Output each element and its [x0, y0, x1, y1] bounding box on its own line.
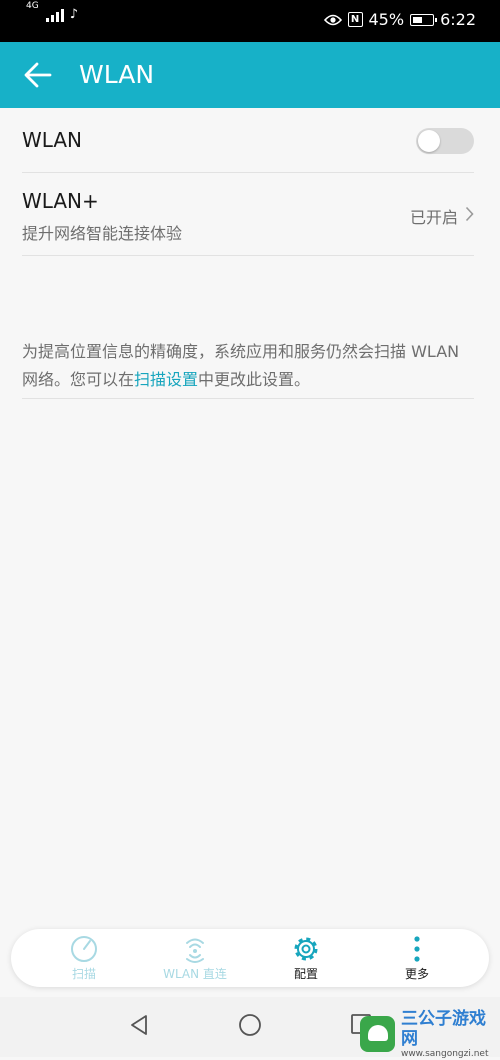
wlan-plus-subtitle: 提升网络智能连接体验 — [22, 224, 183, 243]
wlan-plus-status: 已开启 — [409, 208, 458, 227]
status-right: N 45% 6:22 — [323, 10, 476, 29]
wlan-plus-title: WLAN+ — [22, 189, 99, 213]
tab-wlan-direct[interactable]: WLAN 直连 — [140, 933, 250, 985]
page-title: WLAN — [79, 60, 155, 89]
tab-scan[interactable]: 扫描 — [29, 933, 139, 985]
more-vertical-icon — [414, 936, 420, 962]
tab-wlan-direct-label: WLAN 直连 — [163, 967, 227, 981]
chevron-right-icon — [465, 206, 474, 222]
info-text-after: 中更改此设置。 — [198, 370, 311, 389]
watermark-text: 三公子游戏网 www.sangongzi.net — [401, 1009, 500, 1060]
watermark-logo-icon — [360, 1016, 395, 1052]
battery-percent: 45% — [368, 10, 405, 29]
status-left: 4G ♪ — [26, 2, 78, 22]
tiktok-icon: ♪ — [69, 7, 78, 22]
tab-config-label: 配置 — [293, 967, 318, 981]
watermark-name: 三公子游戏网 — [400, 1008, 486, 1049]
signal-icon — [45, 8, 64, 22]
clock: 6:22 — [440, 10, 476, 29]
scan-icon — [71, 936, 97, 962]
gear-icon — [294, 937, 318, 961]
scan-info-text: 为提高位置信息的精确度，系统应用和服务仍然会扫描 WLAN 网络。您可以在扫描设… — [22, 338, 474, 399]
tab-more-label: 更多 — [404, 967, 429, 981]
wlan-label: WLAN — [22, 128, 83, 152]
nfc-icon: N — [347, 12, 363, 27]
tab-scan-label: 扫描 — [71, 967, 96, 981]
wlan-toggle-row[interactable]: WLAN — [22, 108, 474, 173]
network-type: 4G — [26, 1, 39, 11]
status-bar: 4G ♪ N 45% 6:22 — [0, 0, 500, 42]
watermark-url: www.sangongzi.net — [400, 1048, 489, 1059]
nav-home-icon[interactable] — [238, 1013, 262, 1037]
nav-back-icon[interactable] — [127, 1013, 151, 1037]
app-bar: WLAN — [0, 42, 500, 108]
back-arrow-icon[interactable] — [22, 60, 54, 90]
tab-config[interactable]: 配置 — [251, 933, 361, 985]
scan-settings-link[interactable]: 扫描设置 — [134, 370, 198, 389]
switch-knob — [418, 130, 440, 152]
wifi-direct-icon — [186, 938, 204, 963]
battery-icon — [410, 13, 438, 26]
wlan-plus-row[interactable]: WLAN+ 提升网络智能连接体验 已开启 — [22, 173, 474, 256]
bottom-action-bar: 扫描 WLAN 直连 配置 更多 — [11, 929, 489, 987]
watermark: 三公子游戏网 www.sangongzi.net — [360, 1009, 500, 1060]
wlan-switch[interactable] — [416, 128, 474, 154]
tab-more[interactable]: 更多 — [362, 933, 472, 985]
eye-icon — [323, 14, 342, 25]
